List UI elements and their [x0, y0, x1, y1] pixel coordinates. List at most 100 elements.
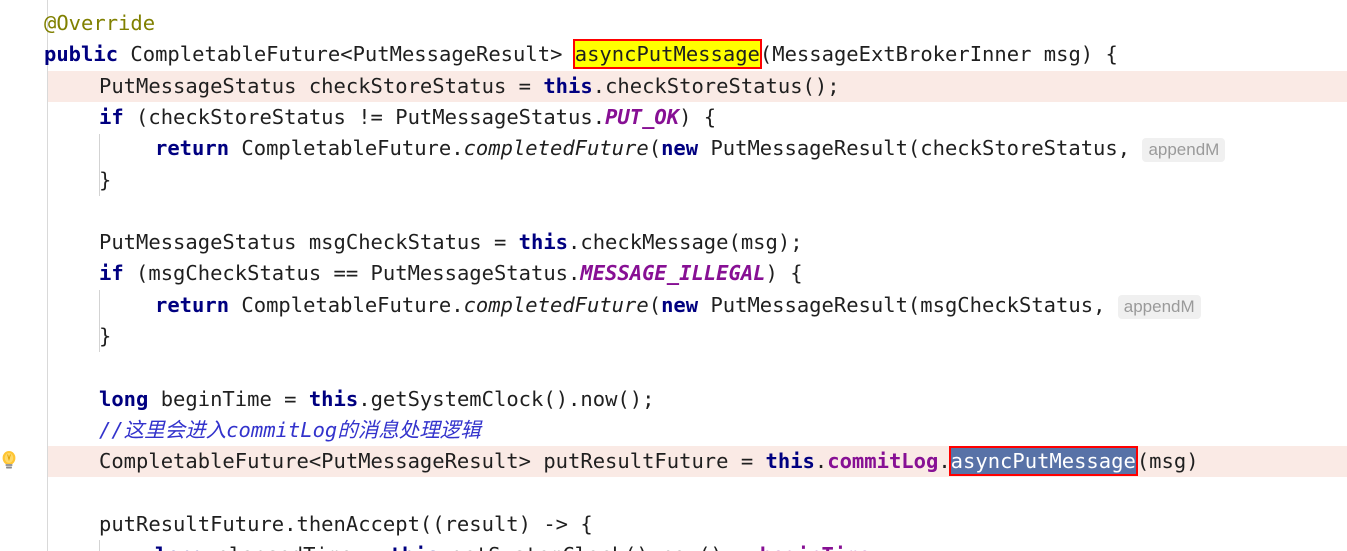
code-text: . [814, 449, 828, 474]
occurrence-highlight-async-put-message[interactable]: asyncPutMessage [572, 39, 762, 70]
method-completed-future: completedFuture [463, 292, 649, 317]
keyword-long: long [155, 543, 204, 551]
code-text: ) { [765, 261, 803, 286]
type-completable-future: CompletableFuture [241, 136, 452, 161]
keyword-public: public [44, 42, 119, 67]
code-text: . [439, 543, 451, 551]
param-result: result [444, 511, 519, 536]
param-msg: msg [1043, 42, 1081, 67]
keyword-this: this [390, 543, 439, 551]
keyword-this: this [518, 230, 569, 255]
var-begin-time: beginTime [160, 386, 272, 411]
code-line[interactable]: return CompletableFuture.completedFuture… [155, 133, 1226, 164]
code-text: . [568, 261, 581, 286]
var-check-store-status: checkStoreStatus [308, 73, 507, 98]
code-line[interactable] [99, 196, 111, 227]
code-text: ( [648, 292, 662, 317]
var-msg-check-status: msgCheckStatus [920, 292, 1094, 317]
code-text: (). [624, 543, 661, 551]
code-text: (). [543, 386, 581, 411]
keyword-new: new [661, 292, 699, 317]
type-put-message-status: PutMessageStatus [99, 230, 297, 255]
code-line[interactable]: PutMessageStatus msgCheckStatus = this.c… [99, 227, 803, 258]
code-text: . [451, 136, 464, 161]
keyword-this: this [308, 386, 359, 411]
field-commit-log: commitLog [827, 449, 939, 474]
method-get-system-clock: getSystemClock [370, 386, 544, 411]
code-text: = [506, 73, 544, 98]
var-begin-time: beginTime [760, 543, 871, 551]
code-text: () - [698, 543, 760, 551]
var-check-store-status: checkStoreStatus [148, 104, 346, 129]
type-put-message-status: PutMessageStatus [370, 261, 569, 286]
code-text: . [568, 230, 581, 255]
type-completable-future: CompletableFuture [99, 449, 309, 474]
code-line[interactable]: } [99, 321, 111, 352]
code-content[interactable]: @Override public CompletableFuture<PutMe… [0, 0, 1347, 551]
keyword-this: this [765, 449, 815, 474]
keyword-long: long [99, 386, 149, 411]
code-text: ) [1186, 449, 1199, 474]
inlay-hint[interactable]: appendM [1117, 294, 1201, 319]
lightbulb-icon[interactable] [0, 450, 18, 470]
code-text: ( [907, 136, 921, 161]
code-text: != [345, 104, 396, 129]
code-line[interactable]: if (checkStoreStatus != PutMessageStatus… [99, 102, 716, 133]
code-line[interactable]: PutMessageStatus checkStoreStatus = this… [99, 71, 840, 102]
code-text: , [1093, 292, 1118, 317]
occurrence-selected-async-put-message[interactable]: asyncPutMessage [948, 446, 1138, 477]
code-line[interactable]: //这里会进入commitLog的消息处理逻辑 [99, 415, 481, 446]
code-line[interactable]: long elapsedTime = this.getSystemClock()… [155, 540, 883, 551]
code-text: ) { [679, 104, 717, 129]
code-text: ( [648, 136, 662, 161]
code-line[interactable]: } [99, 165, 111, 196]
param-msg: msg [1149, 449, 1187, 474]
code-text: ( [907, 292, 921, 317]
code-editor[interactable]: @Override public CompletableFuture<PutMe… [0, 0, 1347, 551]
type-put-message-result: PutMessageResult [352, 42, 551, 67]
type-put-message-result: PutMessageResult [710, 292, 908, 317]
code-line[interactable]: public CompletableFuture<PutMessageResul… [44, 39, 1118, 70]
var-put-result-future: putResultFuture [99, 511, 285, 536]
keyword-return: return [155, 136, 230, 161]
keyword-new: new [661, 136, 699, 161]
code-text: . [938, 449, 951, 474]
type-message-ext-broker-inner: MessageExtBrokerInner [772, 42, 1032, 67]
code-text: ( [759, 42, 773, 67]
code-text: ( [123, 261, 149, 286]
code-text: (( [419, 511, 445, 536]
code-line[interactable]: CompletableFuture<PutMessageResult> putR… [99, 446, 1199, 477]
code-line[interactable]: @Override [44, 8, 155, 39]
code-line[interactable] [99, 478, 111, 509]
code-text: ( [728, 230, 741, 255]
code-text: ) { [1080, 42, 1118, 67]
code-text: } [99, 167, 112, 192]
method-get-system-clock: getSystemClock [451, 543, 624, 551]
type-completable-future: CompletableFuture [130, 42, 341, 67]
inlay-hint[interactable]: appendM [1142, 138, 1226, 163]
code-line[interactable]: putResultFuture.thenAccept((result) -> { [99, 509, 593, 540]
code-text: ( [1136, 449, 1150, 474]
code-line[interactable]: if (msgCheckStatus == PutMessageStatus.M… [99, 258, 803, 289]
code-line[interactable]: long beginTime = this.getSystemClock().n… [99, 384, 654, 415]
var-msg-check-status: msgCheckStatus [148, 261, 322, 286]
type-put-message-result: PutMessageResult [321, 449, 519, 474]
code-line[interactable] [99, 352, 111, 383]
const-message-illegal: MESSAGE_ILLEGAL [580, 261, 766, 286]
code-text: > [518, 449, 544, 474]
code-line[interactable]: return CompletableFuture.completedFuture… [155, 290, 1201, 321]
code-text: = [352, 543, 389, 551]
method-check-message: checkMessage [580, 230, 729, 255]
param-msg: msg [740, 230, 778, 255]
code-text: . [592, 104, 606, 129]
